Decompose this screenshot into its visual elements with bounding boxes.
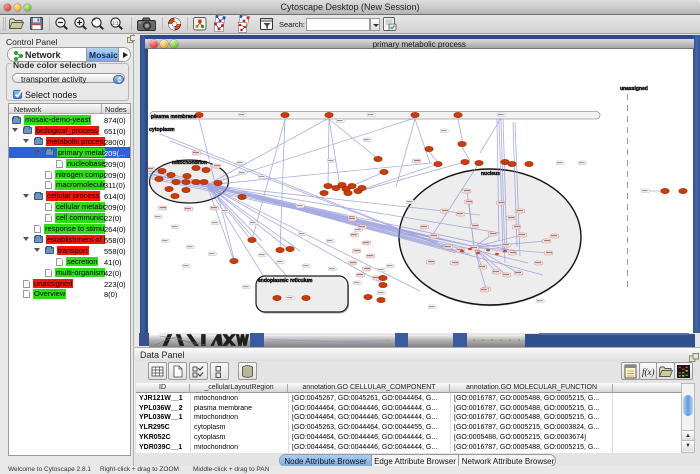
svg-text:plasma membrane: plasma membrane	[151, 114, 197, 120]
svg-text:nucleus: nucleus	[481, 171, 500, 177]
svg-text:1:1: 1:1	[112, 20, 119, 25]
svg-text:endoplasmic reticulum: endoplasmic reticulum	[258, 278, 313, 284]
svg-text:unassigned: unassigned	[620, 86, 648, 92]
svg-text:mitochondrion: mitochondrion	[172, 160, 207, 166]
svg-text:f(x): f(x)	[642, 367, 655, 377]
svg-text:cytoplasm: cytoplasm	[149, 127, 175, 133]
